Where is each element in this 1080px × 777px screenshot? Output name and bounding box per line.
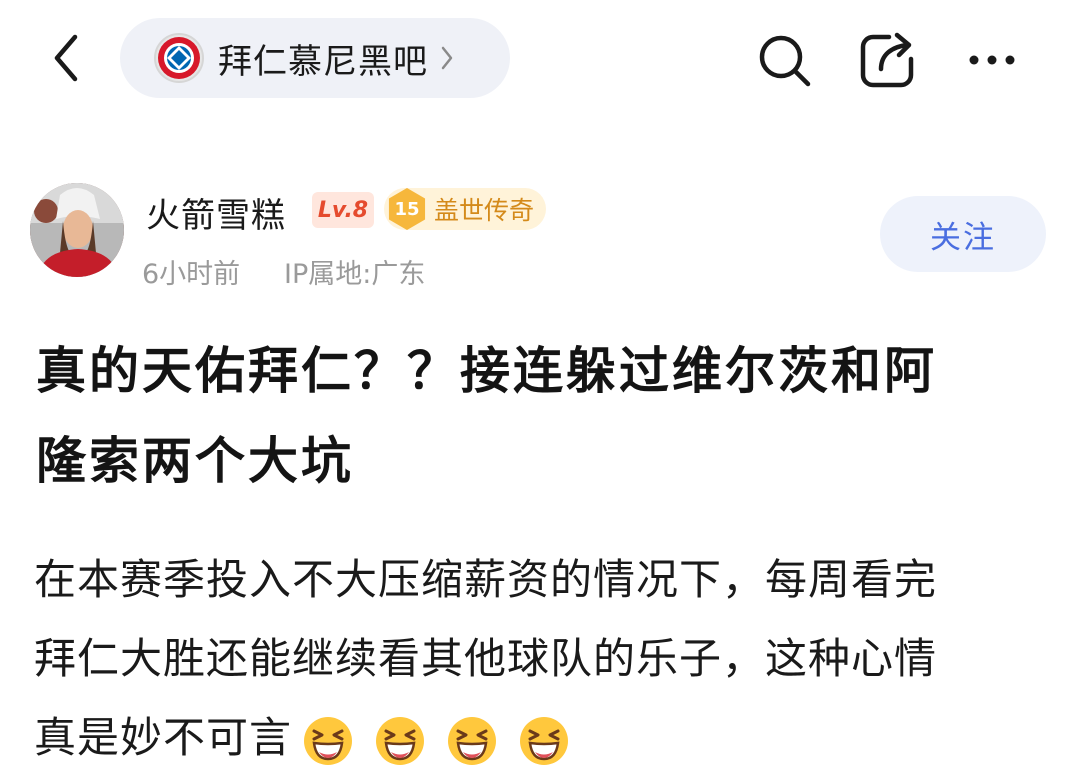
- post-body-line: 在本赛季投入不大压缩薪资的情况下，每周看完: [34, 555, 938, 604]
- post-title-line: 真的天佑拜仁？？接连躲过维尔茨和阿: [36, 342, 937, 400]
- ip-location: IP属地:广东: [284, 259, 426, 290]
- honor-badge: 15 盖世传奇: [384, 188, 546, 230]
- fc-bayern-logo: [154, 33, 204, 83]
- post-title: 真的天佑拜仁？？接连躲过维尔茨和阿 隆索两个大坑: [36, 326, 1046, 506]
- more-button[interactable]: [962, 30, 1022, 90]
- search-icon: [759, 35, 811, 87]
- post-body-line: 拜仁大胜还能继续看其他球队的乐子，这种心情: [34, 634, 938, 683]
- share-icon: [860, 32, 914, 88]
- post-body-line-3: 真是妙不可言: [34, 698, 1054, 777]
- chevron-left-icon: [54, 34, 78, 82]
- grinning-squint-emoji-icon: [448, 716, 497, 765]
- back-button[interactable]: [40, 30, 92, 86]
- post-title-line: 隆索两个大坑: [36, 432, 354, 490]
- search-button[interactable]: [754, 30, 814, 90]
- honor-title: 盖世传奇: [434, 196, 535, 225]
- level-badge: Lv.8: [312, 192, 374, 228]
- post-body-text: 真是妙不可言: [34, 713, 293, 762]
- grinning-squint-emoji-icon: [520, 716, 569, 765]
- forum-link[interactable]: 拜仁慕尼黑吧: [120, 18, 510, 98]
- grinning-squint-emoji-icon: [376, 716, 425, 765]
- avatar[interactable]: [30, 183, 124, 277]
- emoji-row: [302, 715, 590, 767]
- forum-name: 拜仁慕尼黑吧: [218, 41, 428, 82]
- grinning-squint-emoji-icon: [304, 716, 353, 765]
- follow-button[interactable]: 关注: [880, 196, 1046, 272]
- chevron-right-icon: [440, 45, 454, 71]
- post-body: 在本赛季投入不大压缩薪资的情况下，每周看完 拜仁大胜还能继续看其他球队的乐子，这…: [34, 540, 1054, 777]
- medal-icon: 15: [388, 188, 426, 230]
- post-time: 6小时前: [142, 259, 241, 290]
- username[interactable]: 火箭雪糕: [146, 188, 286, 237]
- share-button[interactable]: [858, 30, 918, 90]
- more-icon: [969, 55, 1015, 65]
